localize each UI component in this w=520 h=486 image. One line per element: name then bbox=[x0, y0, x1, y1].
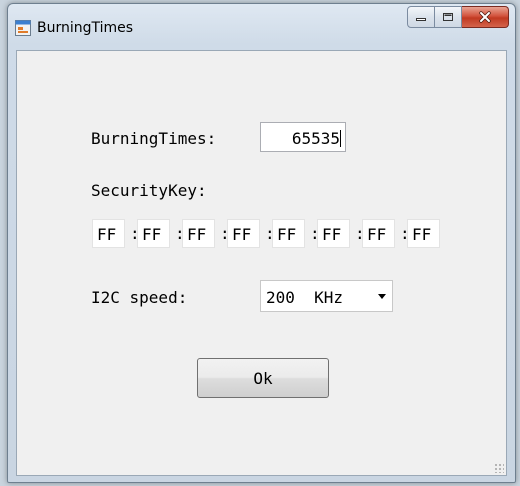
i2c-speed-select[interactable]: 200 KHz bbox=[260, 280, 393, 312]
resize-grip[interactable] bbox=[494, 463, 504, 473]
security-key-byte-7[interactable]: FF bbox=[362, 219, 395, 248]
security-key-byte-4[interactable]: FF bbox=[227, 219, 260, 248]
security-key-byte-6[interactable]: FF bbox=[317, 219, 350, 248]
burning-times-value: 65535 bbox=[291, 129, 340, 148]
security-key-byte-1[interactable]: FF bbox=[92, 219, 125, 248]
ok-button[interactable]: Ok bbox=[197, 358, 329, 398]
chevron-down-icon[interactable] bbox=[378, 294, 386, 299]
dialog-body: BurningTimes: 65535 SecurityKey: FF : FF… bbox=[16, 50, 507, 476]
i2c-speed-value: 200 KHz bbox=[266, 288, 344, 307]
i2c-speed-label: I2C speed: bbox=[91, 288, 188, 307]
close-button[interactable] bbox=[462, 6, 509, 28]
burning-times-input[interactable]: 65535 bbox=[260, 122, 346, 152]
minimize-icon bbox=[416, 18, 426, 21]
security-key-byte-3[interactable]: FF bbox=[182, 219, 215, 248]
burning-times-label: BurningTimes: bbox=[91, 129, 217, 148]
app-window: BurningTimes BurningTimes: 65535 Securit… bbox=[7, 3, 516, 483]
maximize-icon bbox=[443, 13, 453, 21]
title-bar[interactable]: BurningTimes bbox=[8, 4, 515, 50]
security-key-label: SecurityKey: bbox=[91, 181, 207, 200]
caption-buttons bbox=[407, 6, 509, 30]
ok-button-label: Ok bbox=[253, 368, 273, 388]
minimize-button[interactable] bbox=[407, 6, 435, 28]
app-icon bbox=[15, 20, 31, 36]
close-icon bbox=[479, 11, 491, 23]
text-caret bbox=[340, 130, 341, 147]
security-key-byte-8[interactable]: FF bbox=[407, 219, 440, 248]
security-key-byte-2[interactable]: FF bbox=[137, 219, 170, 248]
maximize-button[interactable] bbox=[435, 6, 462, 28]
security-key-byte-5[interactable]: FF bbox=[272, 219, 305, 248]
window-title: BurningTimes bbox=[37, 20, 134, 36]
